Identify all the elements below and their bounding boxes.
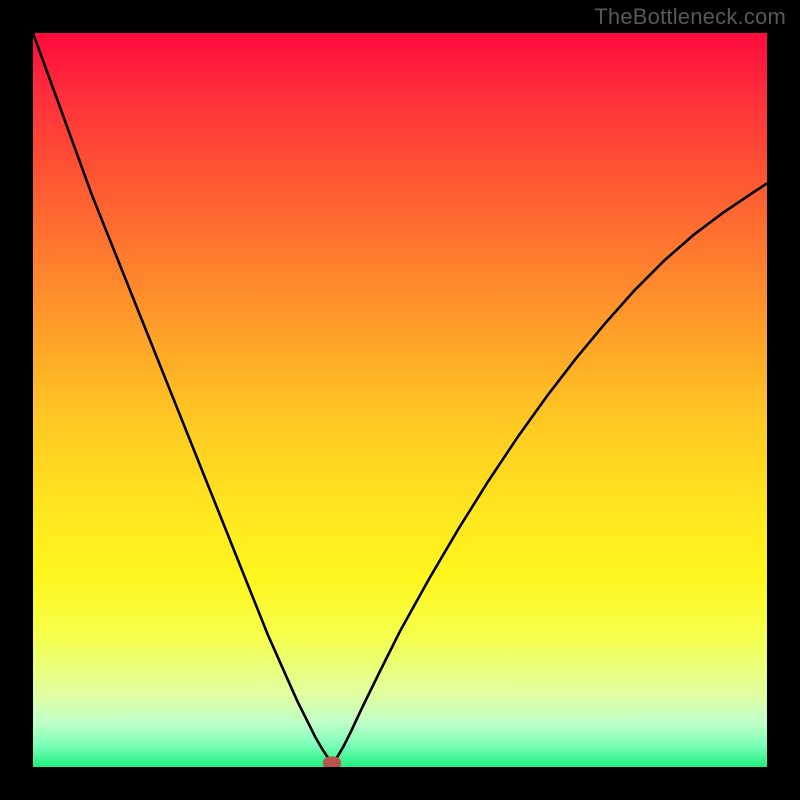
bottleneck-curve <box>33 33 767 763</box>
chart-frame: TheBottleneck.com <box>0 0 800 800</box>
minimum-marker <box>323 757 341 767</box>
plot-area <box>33 33 767 767</box>
curve-svg <box>33 33 767 767</box>
watermark-text: TheBottleneck.com <box>594 4 786 30</box>
